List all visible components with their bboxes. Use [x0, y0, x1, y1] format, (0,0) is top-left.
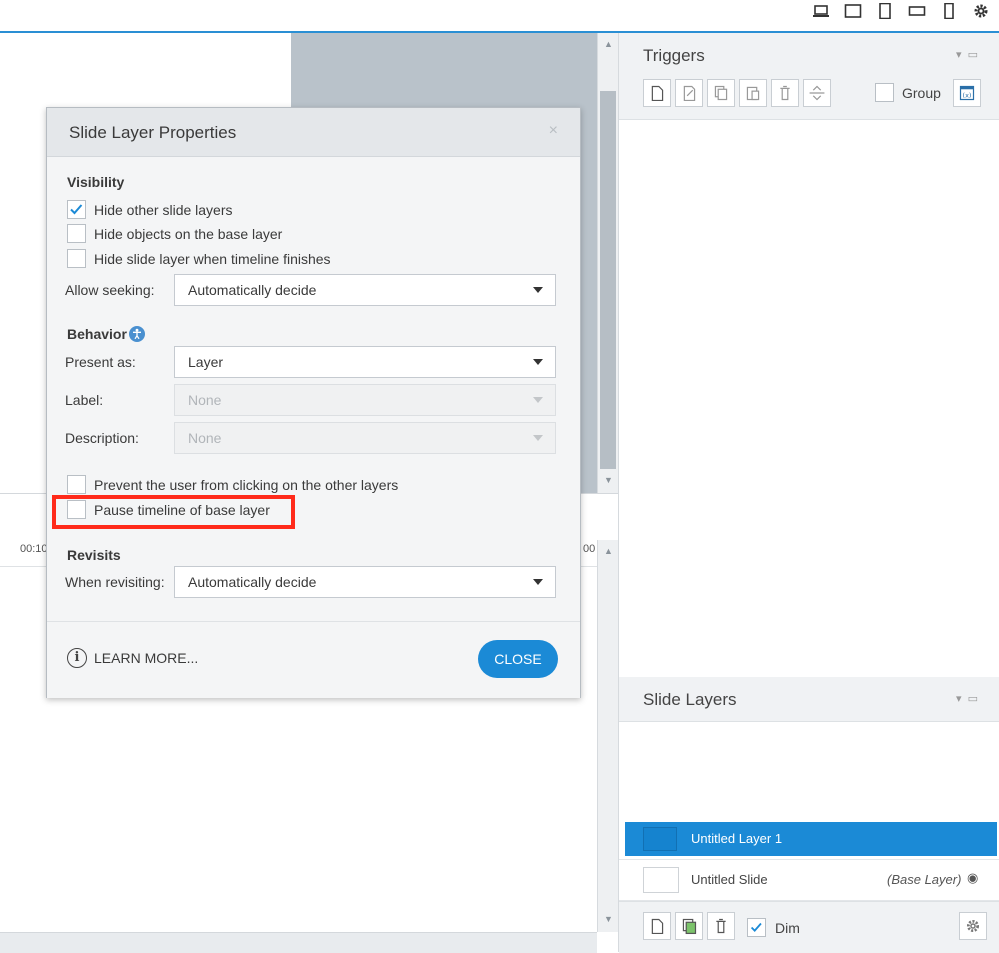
layer-name: Untitled Layer 1 [691, 831, 783, 846]
slide-layers-title: Slide Layers [643, 690, 737, 709]
gear-icon[interactable] [972, 3, 990, 19]
description-value: None [188, 430, 222, 446]
dialog-footer: i LEARN MORE... CLOSE [47, 621, 580, 698]
layer-row-untitled-layer-1[interactable]: Untitled Layer 1 [625, 822, 997, 856]
eye-icon[interactable]: ◉ [967, 870, 978, 886]
slide-layer-properties-dialog: Slide Layer Properties × Visibility Hide… [46, 107, 581, 698]
scroll-down-icon[interactable]: ▼ [598, 471, 619, 489]
label-select: None [174, 384, 556, 416]
scroll-down-icon[interactable]: ▼ [598, 910, 619, 928]
variables-icon[interactable]: (x) [953, 79, 981, 107]
scroll-thumb[interactable] [600, 91, 616, 469]
timeline-vertical-scrollbar[interactable]: ▲ ▼ [597, 540, 619, 932]
present-as-select[interactable]: Layer [174, 346, 556, 378]
stage-vertical-scrollbar[interactable]: ▲ ▼ [597, 33, 619, 493]
behavior-heading: Behavior [67, 326, 127, 342]
paste-icon[interactable] [739, 79, 767, 107]
tablet-landscape-icon[interactable] [844, 3, 862, 19]
dim-label: Dim [775, 920, 800, 936]
hide-other-layers-checkbox[interactable] [67, 200, 86, 219]
allow-seeking-value: Automatically decide [188, 282, 317, 298]
accessibility-icon[interactable] [129, 326, 145, 342]
layer-thumbnail [643, 867, 679, 893]
right-panel: Triggers ▾ ▭ Group (x) Slide Layers ▾ ▭ … [618, 33, 999, 953]
panel-collapse-icon[interactable]: ▾ ▭ [956, 48, 978, 61]
triggers-title: Triggers [643, 46, 705, 65]
edit-trigger-icon[interactable] [675, 79, 703, 107]
hide-when-finished-label: Hide slide layer when timeline finishes [94, 251, 331, 267]
move-up-down-icon[interactable] [803, 79, 831, 107]
svg-text:(x): (x) [963, 92, 972, 100]
allow-seeking-select[interactable]: Automatically decide [174, 274, 556, 306]
chevron-down-icon [533, 579, 543, 585]
visibility-heading: Visibility [67, 174, 125, 190]
tablet-portrait-icon[interactable] [876, 2, 894, 20]
revisits-heading: Revisits [67, 547, 121, 563]
description-select: None [174, 422, 556, 454]
base-layer-tag: (Base Layer) [887, 872, 962, 887]
layer-thumbnail [643, 827, 677, 851]
description-field-label: Description: [65, 430, 139, 446]
slide-layers-header: Slide Layers ▾ ▭ [619, 677, 999, 722]
label-field-label: Label: [65, 392, 104, 408]
hide-base-objects-label: Hide objects on the base layer [94, 226, 283, 242]
ruler-tick-label: 00 [583, 543, 596, 555]
close-button[interactable]: CLOSE [478, 640, 558, 678]
when-revisiting-label: When revisiting: [65, 574, 165, 590]
dim-checkbox[interactable] [747, 918, 766, 937]
group-label: Group [902, 85, 941, 101]
preview-toolbar [0, 0, 999, 31]
hide-base-objects-checkbox[interactable] [67, 224, 86, 243]
ruler-tick-label: 00:10 [20, 543, 48, 555]
slide-layers-toolbar: Dim [619, 901, 999, 953]
delete-layer-icon[interactable] [707, 912, 735, 940]
layer-row-untitled-slide[interactable]: Untitled Slide (Base Layer) ◉ [619, 859, 999, 901]
copy-icon[interactable] [707, 79, 735, 107]
scroll-up-icon[interactable]: ▲ [598, 542, 619, 560]
group-checkbox[interactable] [875, 83, 894, 102]
close-icon[interactable]: × [549, 122, 558, 140]
panel-collapse-icon[interactable]: ▾ ▭ [956, 692, 978, 705]
prevent-clicking-checkbox[interactable] [67, 475, 86, 494]
allow-seeking-label: Allow seeking: [65, 282, 155, 298]
new-trigger-icon[interactable] [643, 79, 671, 107]
hide-when-finished-checkbox[interactable] [67, 249, 86, 268]
phone-portrait-icon[interactable] [940, 2, 958, 20]
phone-landscape-icon[interactable] [908, 3, 926, 19]
present-as-label: Present as: [65, 354, 136, 370]
laptop-icon[interactable] [812, 3, 830, 19]
new-layer-icon[interactable] [643, 912, 671, 940]
info-icon[interactable]: i [67, 648, 87, 668]
layer-settings-icon[interactable] [959, 912, 987, 940]
highlight-box [52, 495, 295, 529]
timeline-horizontal-scrollbar[interactable] [0, 932, 597, 953]
dialog-header: Slide Layer Properties × [47, 108, 580, 157]
duplicate-layer-icon[interactable] [675, 912, 703, 940]
prevent-clicking-label: Prevent the user from clicking on the ot… [94, 477, 399, 493]
chevron-down-icon [533, 287, 543, 293]
triggers-header: Triggers ▾ ▭ [619, 33, 999, 78]
chevron-down-icon [533, 435, 543, 441]
hide-other-layers-label: Hide other slide layers [94, 202, 233, 218]
delete-trigger-icon[interactable] [771, 79, 799, 107]
layer-name: Untitled Slide [691, 872, 768, 887]
present-as-value: Layer [188, 354, 224, 370]
chevron-down-icon [533, 359, 543, 365]
triggers-toolbar: Group (x) [619, 77, 999, 120]
scroll-up-icon[interactable]: ▲ [598, 35, 619, 53]
learn-more-link[interactable]: LEARN MORE... [94, 650, 198, 666]
dialog-title: Slide Layer Properties [69, 123, 237, 142]
when-revisiting-select[interactable]: Automatically decide [174, 566, 556, 598]
label-value: None [188, 392, 222, 408]
when-revisiting-value: Automatically decide [188, 574, 317, 590]
chevron-down-icon [533, 397, 543, 403]
